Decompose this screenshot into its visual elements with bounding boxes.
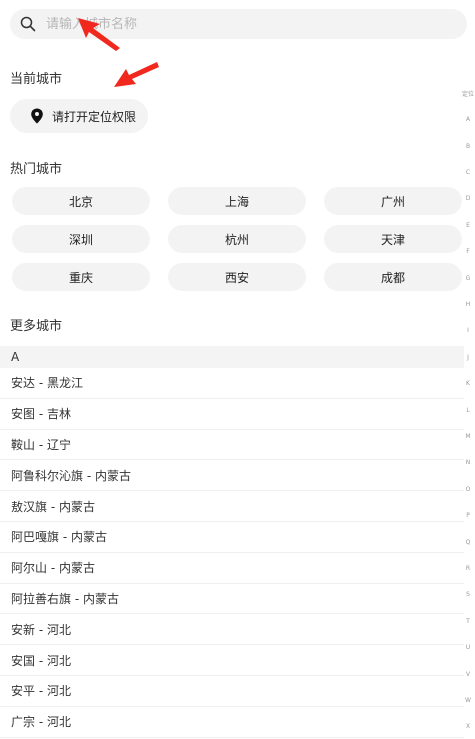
index-item[interactable]: D [461, 186, 475, 212]
index-item[interactable]: V [461, 661, 475, 687]
hot-city-chip[interactable]: 杭州 [168, 225, 306, 253]
city-list-item[interactable]: 安国 - 河北 [0, 645, 464, 676]
hot-city-chip[interactable]: 广州 [324, 187, 462, 215]
index-item[interactable]: R [461, 555, 475, 581]
index-item[interactable]: S [461, 582, 475, 608]
index-item[interactable]: O [461, 476, 475, 502]
index-item[interactable]: E [461, 212, 475, 238]
city-list: 安达 - 黑龙江 安图 - 吉林 鞍山 - 辽宁 阿鲁科尔沁旗 - 内蒙古 敖汉… [0, 368, 464, 738]
hot-city-chip[interactable]: 西安 [168, 263, 306, 291]
hot-city-chip[interactable]: 北京 [12, 187, 150, 215]
more-cities-title: 更多城市 [10, 319, 63, 334]
index-item[interactable]: M [461, 423, 475, 449]
city-list-item[interactable]: 阿巴嘎旗 - 内蒙古 [0, 522, 464, 553]
hot-city-chip[interactable]: 天津 [324, 225, 462, 253]
index-item[interactable]: C [461, 159, 475, 185]
city-list-item[interactable]: 安平 - 河北 [0, 676, 464, 707]
letter-section-header: A [0, 346, 464, 368]
hot-city-chip[interactable]: 上海 [168, 187, 306, 215]
city-list-item[interactable]: 鞍山 - 辽宁 [0, 430, 464, 461]
index-item[interactable]: H [461, 291, 475, 317]
annotation-arrow-icon [78, 18, 120, 51]
index-item[interactable]: F [461, 238, 475, 264]
enable-location-button[interactable]: 请打开定位权限 [10, 99, 148, 133]
index-item[interactable]: U [461, 635, 475, 661]
current-city-title: 当前城市 [10, 72, 63, 87]
hot-cities-title: 热门城市 [10, 162, 63, 177]
city-list-item[interactable]: 阿鲁科尔沁旗 - 内蒙古 [0, 460, 464, 492]
hot-city-chip[interactable]: 深圳 [12, 225, 150, 253]
index-item[interactable]: B [461, 133, 475, 159]
index-item[interactable]: Q [461, 529, 475, 555]
enable-location-label: 请打开定位权限 [52, 109, 137, 124]
index-item[interactable]: P [461, 503, 475, 529]
index-item-locate[interactable]: 定位 [461, 80, 475, 106]
hot-city-chip[interactable]: 重庆 [12, 263, 150, 291]
city-list-item[interactable]: 安达 - 黑龙江 [0, 368, 464, 399]
city-list-item[interactable]: 广宗 - 河北 [0, 707, 464, 738]
index-item[interactable]: W [461, 687, 475, 713]
index-item[interactable]: N [461, 450, 475, 476]
city-list-item[interactable]: 安新 - 河北 [0, 614, 464, 646]
index-item[interactable]: I [461, 318, 475, 344]
index-item[interactable]: T [461, 608, 475, 634]
city-list-item[interactable]: 安图 - 吉林 [0, 399, 464, 430]
alphabet-index-bar: 定位 A B C D E F G H I J K L M N O P Q R S… [461, 80, 475, 739]
index-item[interactable]: G [461, 265, 475, 291]
index-item[interactable]: L [461, 397, 475, 423]
index-item[interactable]: K [461, 370, 475, 396]
annotation-arrow-icon [114, 62, 159, 87]
city-list-item[interactable]: 敖汉旗 - 内蒙古 [0, 491, 464, 522]
search-icon [20, 16, 36, 32]
hot-city-chip[interactable]: 成都 [324, 263, 462, 291]
city-list-item[interactable]: 阿拉善右旗 - 内蒙古 [0, 584, 464, 615]
index-item[interactable]: J [461, 344, 475, 370]
city-list-item[interactable]: 阿尔山 - 内蒙古 [0, 553, 464, 584]
index-item[interactable]: A [461, 106, 475, 132]
location-pin-icon [31, 108, 43, 124]
index-item[interactable]: X [461, 714, 475, 739]
